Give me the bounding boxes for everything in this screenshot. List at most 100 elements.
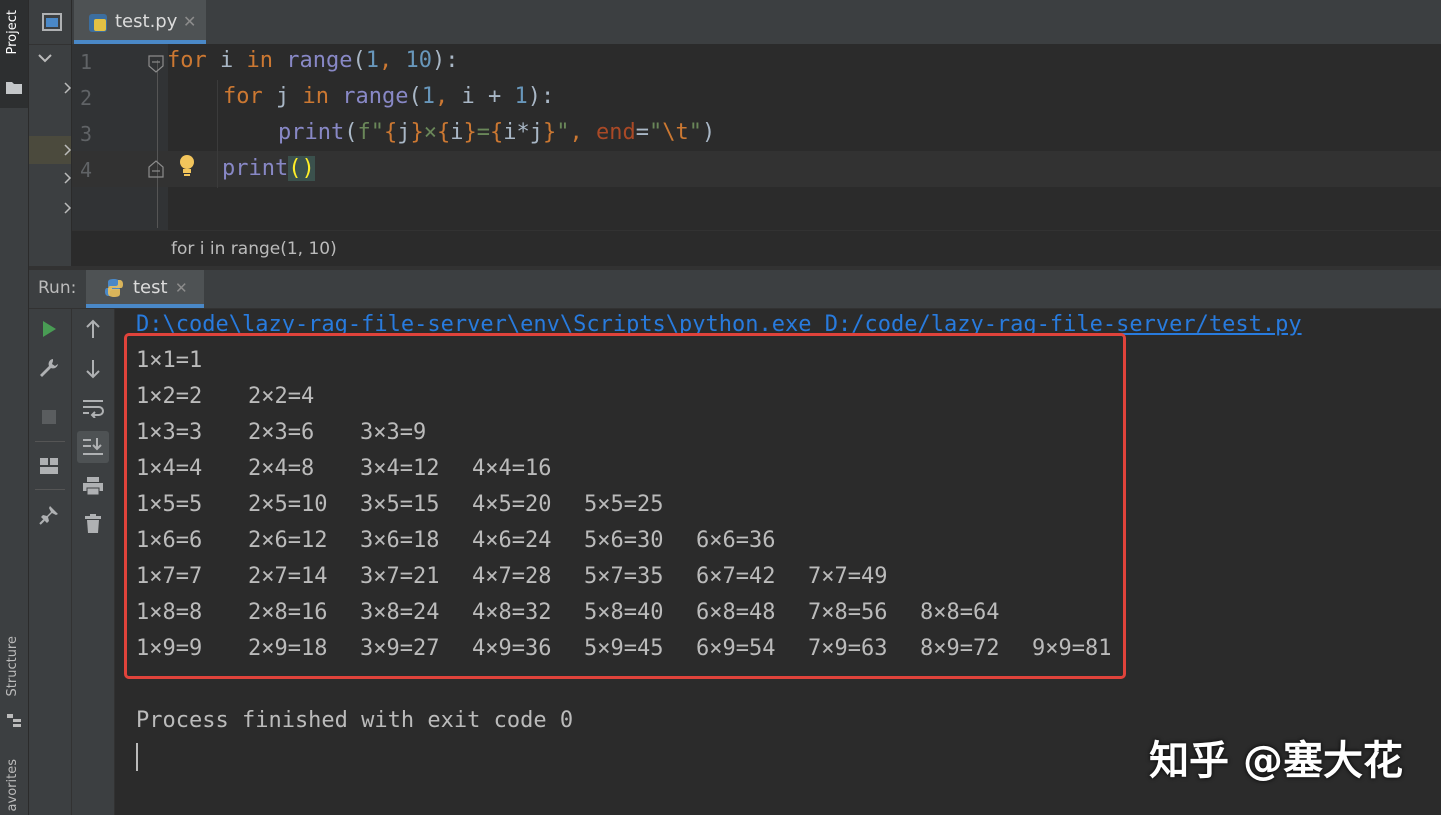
code-token: , [434, 84, 462, 109]
tree-expand-icon[interactable] [64, 202, 72, 214]
clear-all-button[interactable] [79, 510, 107, 538]
highlight-annotation-box [124, 333, 1126, 679]
structure-tool-label: Structure [5, 636, 20, 697]
python-file-icon [89, 14, 107, 32]
code-token: } [463, 120, 477, 145]
code-token: " [648, 120, 663, 145]
print-button[interactable] [79, 472, 107, 500]
scroll-down-button[interactable] [79, 355, 107, 383]
code-token: = [635, 120, 649, 145]
project-tool-tab[interactable]: Project [0, 0, 28, 108]
code-token: ) [701, 120, 716, 145]
code-token: , [569, 120, 596, 145]
code-token: end [595, 120, 636, 145]
code-token: " [688, 120, 702, 145]
structure-tool-tab[interactable]: Structure [0, 628, 28, 738]
scroll-to-end-button[interactable] [77, 431, 109, 463]
code-token: print [222, 156, 289, 181]
favorites-tool-label: avorites [5, 759, 20, 812]
indent-guide [157, 60, 158, 228]
project-tool-label: Project [5, 10, 20, 55]
code-token: range [342, 84, 409, 109]
python-icon [105, 279, 123, 297]
line-number: 4 [80, 158, 93, 182]
code-token: ): [527, 84, 555, 109]
printer-icon [83, 477, 103, 496]
editor-tab-test-py[interactable]: test.py ✕ [74, 0, 206, 44]
run-label: Run: [38, 278, 77, 298]
line-number: 1 [80, 50, 93, 74]
code-token: ( [344, 120, 358, 145]
code-token: range [286, 48, 353, 73]
code-token: } [542, 120, 557, 145]
text-cursor [136, 743, 138, 771]
line-number: 2 [80, 86, 93, 110]
process-finished-message: Process finished with exit code 0 [136, 708, 574, 733]
pin-icon [39, 506, 58, 525]
code-token: 1 [365, 48, 379, 73]
layout-button[interactable] [35, 452, 63, 480]
code-token: , [378, 48, 406, 73]
tree-expand-icon[interactable] [64, 82, 72, 94]
breadcrumb[interactable]: for i in range(1, 10) [171, 239, 337, 259]
toolbar-divider [35, 489, 65, 490]
run-panel-header: Run: [29, 270, 1441, 309]
active-run-tab-indicator [86, 304, 204, 308]
code-token: ( [408, 84, 422, 109]
code-token: i*j [503, 120, 543, 145]
code-token: for [223, 84, 263, 109]
code-token: in [246, 48, 274, 73]
trash-icon [85, 514, 101, 533]
code-token: i [450, 120, 464, 145]
lightbulb-icon[interactable] [178, 154, 196, 178]
code-token: { [436, 120, 451, 145]
soft-wrap-icon [83, 400, 104, 418]
run-tab-test[interactable]: test ✕ [86, 270, 204, 308]
favorites-tool-tab[interactable]: avorites [0, 755, 28, 815]
scroll-to-end-icon [83, 438, 103, 455]
stop-button[interactable] [35, 403, 63, 431]
code-token: i [206, 48, 247, 73]
code-token: for [167, 48, 207, 73]
structure-icon [7, 714, 21, 727]
code-token: { [489, 120, 504, 145]
code-token: j [397, 120, 411, 145]
tree-expand-icon[interactable] [64, 172, 72, 184]
play-icon [43, 321, 56, 337]
code-token: = [476, 120, 490, 145]
code-token: ( [352, 48, 366, 73]
editor-tab-bar [72, 0, 1441, 45]
toolbar-divider [35, 441, 65, 442]
project-tree-header [29, 0, 71, 45]
arrow-up-icon [86, 319, 100, 338]
code-token: ): [431, 48, 459, 73]
wrench-icon [40, 359, 58, 377]
tree-collapse-icon[interactable] [38, 54, 52, 64]
code-token: 1 [514, 84, 528, 109]
code-token: f" [357, 120, 384, 145]
scroll-up-button[interactable] [79, 315, 107, 343]
code-token: } [410, 120, 424, 145]
code-token: 1 [421, 84, 435, 109]
rerun-button[interactable] [35, 315, 63, 343]
pin-tab-button[interactable] [35, 501, 63, 529]
fold-end-marker-icon[interactable] [148, 160, 164, 178]
close-tab-icon[interactable]: ✕ [183, 12, 196, 31]
soft-wrap-button[interactable] [79, 394, 107, 422]
arrow-down-icon [86, 360, 100, 379]
project-view-icon[interactable] [42, 13, 62, 31]
code-token: print [278, 120, 345, 145]
code-line-1: for i in range(1, 10): [167, 48, 458, 73]
code-token: i + [461, 84, 515, 109]
tree-expand-icon[interactable] [64, 144, 72, 156]
close-run-tab-icon[interactable]: ✕ [175, 279, 188, 297]
watermark: 知乎 @塞大花 [1149, 738, 1403, 784]
line-number: 3 [80, 122, 93, 146]
code-token: { [383, 120, 398, 145]
indent-guide [217, 80, 218, 188]
editor-breadcrumb-bar: for i in range(1, 10) [72, 230, 1441, 267]
run-settings-button[interactable] [35, 354, 63, 382]
run-tab-label: test [133, 277, 168, 298]
fold-marker-icon[interactable] [148, 55, 164, 73]
